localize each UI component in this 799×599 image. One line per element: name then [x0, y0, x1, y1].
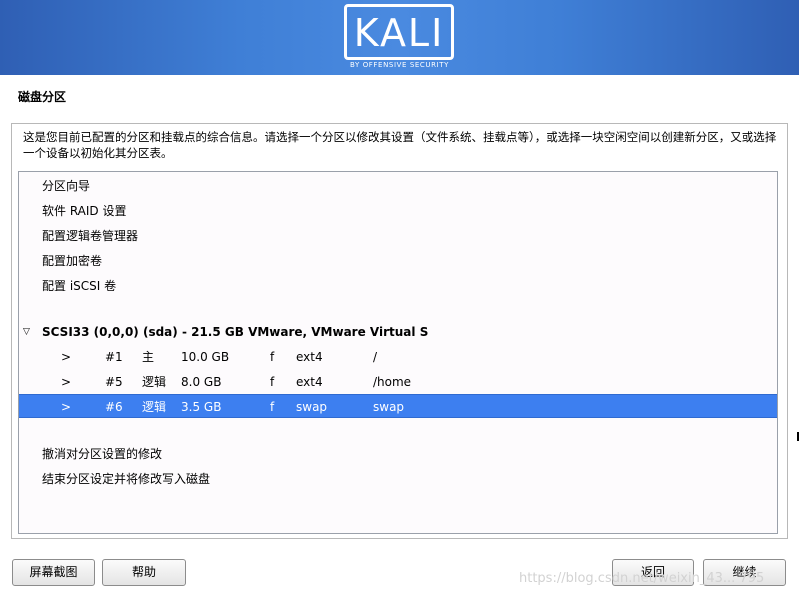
disk-row[interactable]: ▽ SCSI33 (0,0,0) (sda) - 21.5 GB VMware,…	[19, 320, 777, 344]
kali-banner: KALI BY OFFENSIVE SECURITY	[0, 0, 799, 75]
list-item-finish[interactable]: 结束分区设定并将修改写入磁盘	[19, 467, 777, 491]
kali-logo: KALI	[344, 4, 454, 60]
partition-filesystem: ext4	[296, 350, 323, 364]
partition-arrow: >	[61, 400, 72, 414]
partition-size: 8.0 GB	[181, 375, 222, 389]
partition-row-6-selected[interactable]: > #6 逻辑 3.5 GB f swap swap	[19, 394, 777, 418]
list-item-label: 配置逻辑卷管理器	[42, 229, 139, 243]
partition-mount: /home	[373, 375, 412, 389]
partition-number: #6	[105, 400, 123, 414]
partition-list[interactable]: 分区向导 软件 RAID 设置 配置逻辑卷管理器 配置加密卷 配置 iSCSI …	[18, 171, 778, 534]
list-item-label: 软件 RAID 设置	[42, 204, 127, 218]
disk-label: SCSI33 (0,0,0) (sda) - 21.5 GB VMware, V…	[42, 325, 429, 339]
partition-flag: f	[270, 350, 275, 364]
list-item-undo[interactable]: 撤消对分区设置的修改	[19, 442, 777, 466]
partition-type: 逻辑	[142, 400, 167, 414]
partition-size: 3.5 GB	[181, 400, 222, 414]
list-item-iscsi[interactable]: 配置 iSCSI 卷	[19, 274, 777, 298]
partition-row-1[interactable]: > #1 主 10.0 GB f ext4 /	[19, 345, 777, 369]
partition-filesystem: swap	[296, 400, 328, 414]
partition-mount: swap	[373, 400, 405, 414]
partition-filesystem: ext4	[296, 375, 323, 389]
list-item-label: 分区向导	[42, 179, 91, 193]
logo-text: KALI	[353, 11, 445, 55]
list-item-label: 配置 iSCSI 卷	[42, 279, 117, 293]
screenshot-button[interactable]: 屏幕截图	[12, 559, 95, 586]
expand-triangle-icon[interactable]: ▽	[23, 320, 30, 344]
partition-row-5[interactable]: > #5 逻辑 8.0 GB f ext4 /home	[19, 370, 777, 394]
list-item-software-raid[interactable]: 软件 RAID 设置	[19, 199, 777, 223]
help-button[interactable]: 帮助	[102, 559, 186, 586]
list-item-guided[interactable]: 分区向导	[19, 174, 777, 198]
partition-type: 主	[142, 350, 155, 364]
logo-subtitle: BY OFFENSIVE SECURITY	[349, 61, 450, 69]
partition-type: 逻辑	[142, 375, 167, 389]
partition-number: #1	[105, 350, 123, 364]
list-item-label: 撤消对分区设置的修改	[42, 447, 163, 461]
page-title: 磁盘分区	[18, 90, 67, 104]
list-item-encrypted[interactable]: 配置加密卷	[19, 249, 777, 273]
partition-arrow: >	[61, 375, 72, 389]
partition-size: 10.0 GB	[181, 350, 230, 364]
partition-mount: /	[373, 350, 378, 364]
partition-flag: f	[270, 375, 275, 389]
list-item-label: 配置加密卷	[42, 254, 103, 268]
partition-flag: f	[270, 400, 275, 414]
intro-text: 这是您目前已配置的分区和挂载点的综合信息。请选择一个分区以修改其设置（文件系统、…	[23, 130, 777, 160]
partition-number: #5	[105, 375, 123, 389]
partition-arrow: >	[61, 350, 72, 364]
list-item-lvm[interactable]: 配置逻辑卷管理器	[19, 224, 777, 248]
watermark: https://blog.csdn.net/weixin_43... 795	[519, 571, 765, 586]
list-item-label: 结束分区设定并将修改写入磁盘	[42, 472, 211, 486]
